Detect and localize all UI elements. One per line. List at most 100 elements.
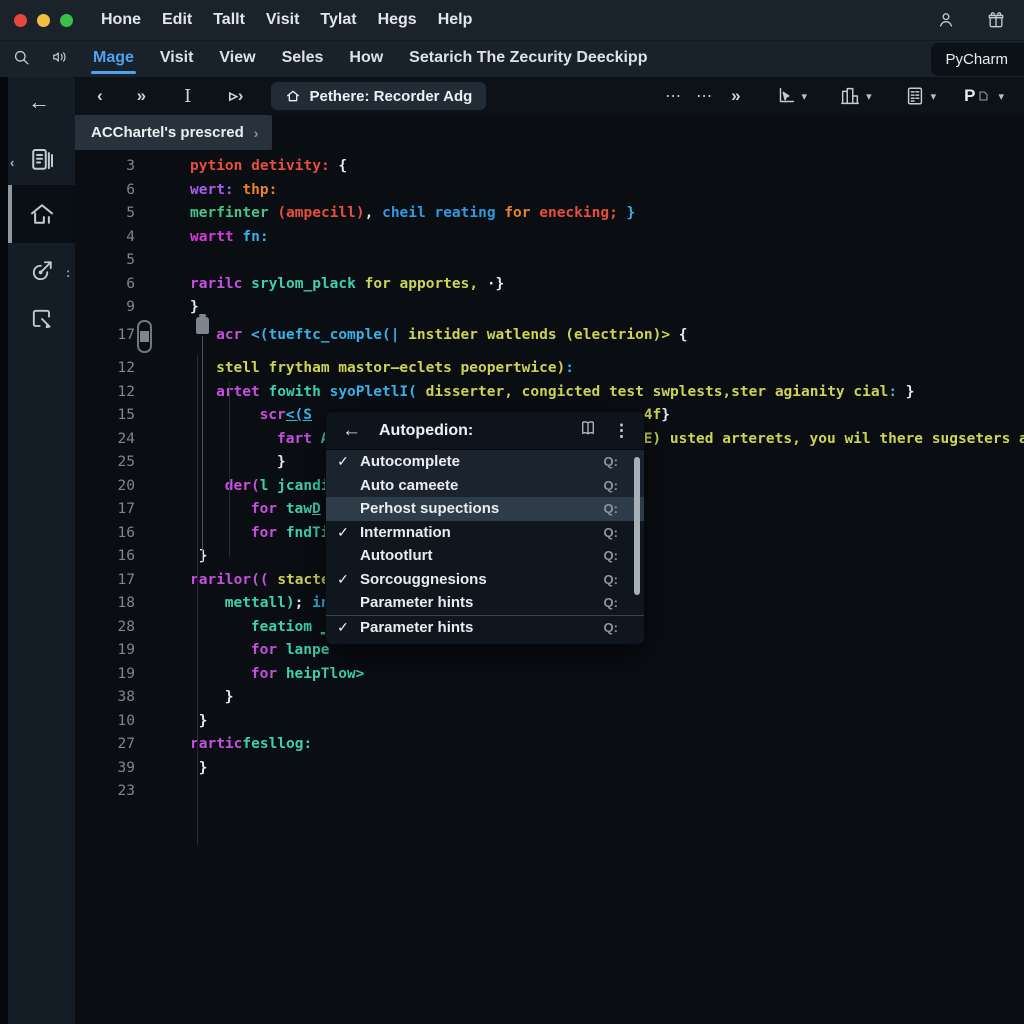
chevron-down-icon: ▾ xyxy=(998,90,1004,103)
line-number: 23 xyxy=(75,780,135,804)
popup-item[interactable]: ✓IntermnationQ: xyxy=(326,521,644,545)
code-line[interactable]: 12artet fowith syoPletlI( disserter, con… xyxy=(75,381,1024,405)
code-token: } xyxy=(277,454,286,470)
code-token: } xyxy=(225,689,234,705)
code-token: heipTlow> xyxy=(286,666,365,682)
nav-item[interactable]: How xyxy=(347,47,385,72)
nav-item[interactable]: View xyxy=(217,47,257,72)
gutter-change-marker xyxy=(137,320,152,353)
nav-item[interactable]: Seles xyxy=(280,47,326,72)
nav-back-icon[interactable]: ‹ xyxy=(93,86,107,106)
titlebar-actions xyxy=(936,0,1006,40)
sidebar-item-annotate[interactable] xyxy=(8,305,75,333)
book-icon[interactable] xyxy=(579,419,597,442)
code-line[interactable]: 27rarticfesllog: xyxy=(75,733,1024,757)
sidebar-item-edit[interactable] xyxy=(8,257,75,285)
code-token: } xyxy=(199,713,208,729)
code-line[interactable]: 19for heipTlow> xyxy=(75,663,1024,687)
line-number: 9 xyxy=(75,296,135,320)
nav-item[interactable]: Visit xyxy=(158,47,196,72)
code-line[interactable]: 10} xyxy=(75,710,1024,734)
code-line[interactable]: 6wert: thp: xyxy=(75,179,1024,203)
popup-item[interactable]: ✓SorcouggnesionsQ: xyxy=(326,568,644,592)
minimize-button[interactable] xyxy=(37,14,50,27)
line-number: 24 xyxy=(75,428,135,452)
popup-item[interactable]: AutootlurtQ: xyxy=(326,544,644,568)
back-arrow-icon[interactable]: ← xyxy=(28,89,50,115)
settings-popup: ← Autopedion: ⋮ ✓AutocompleteQ:Auto came… xyxy=(325,411,645,645)
line-number: 6 xyxy=(75,179,135,203)
code-token: { xyxy=(670,327,687,343)
search-icon[interactable] xyxy=(12,48,31,72)
menubar-item[interactable]: Hone xyxy=(97,9,145,31)
app-badge: PyCharm xyxy=(931,43,1024,76)
code-token: taw xyxy=(286,501,312,517)
popup-item-label: Intermnation xyxy=(360,524,604,541)
line-number: 5 xyxy=(75,202,135,226)
line-number: 38 xyxy=(75,686,135,710)
popup-item-label: Parameter hints xyxy=(360,594,604,611)
code-line[interactable]: 9} xyxy=(75,296,1024,320)
user-icon[interactable] xyxy=(936,10,956,30)
menubar-item[interactable]: Visit xyxy=(262,9,304,31)
popup-item[interactable]: ✓Parameter hintsQ: xyxy=(326,615,644,640)
menu-bar: Hone Edit Tallt Visit Tylat Hegs Help xyxy=(0,0,1024,40)
menubar-item[interactable]: Tallt xyxy=(209,9,249,31)
kebab-menu-icon[interactable]: ⋮ xyxy=(613,421,630,441)
sidebar: ← ‹ : xyxy=(0,77,75,1024)
menubar-item[interactable]: Help xyxy=(434,9,477,31)
code-line[interactable]: 5 xyxy=(75,249,1024,273)
code-line[interactable]: 5merfinter (ampecill), cheil reating for… xyxy=(75,202,1024,226)
popup-item[interactable]: ✓AutocompleteQ: xyxy=(326,450,644,474)
menubar-item[interactable]: Tylat xyxy=(316,9,360,31)
line-number: 19 xyxy=(75,639,135,663)
popup-item[interactable]: Auto cameeteQ: xyxy=(326,474,644,498)
more-actions-icon-2[interactable]: ⋯ xyxy=(696,86,713,106)
line-number: 27 xyxy=(75,733,135,757)
zoom-button[interactable] xyxy=(60,14,73,27)
line-number: 10 xyxy=(75,710,135,734)
line-number: 39 xyxy=(75,757,135,781)
code-line[interactable]: 4wartt fn: xyxy=(75,226,1024,250)
code-token: scr xyxy=(260,407,286,423)
step-run-icon[interactable]: ▹› xyxy=(225,86,247,106)
indent-guide xyxy=(197,355,198,845)
profile-tool-dropdown[interactable]: P ▾ xyxy=(964,86,1004,106)
window-controls xyxy=(14,14,73,27)
line-number: 18 xyxy=(75,592,135,616)
tab-label: ACChartel's prescred xyxy=(91,124,244,141)
popup-scrollbar[interactable] xyxy=(634,457,640,595)
table-tool-dropdown[interactable]: ▾ xyxy=(904,85,937,107)
code-line[interactable]: 12stell frytham mastor—eclets peopertwic… xyxy=(75,357,1024,381)
chevron-down-icon: ▾ xyxy=(866,90,872,103)
text-cursor-icon[interactable]: I xyxy=(180,86,195,107)
code-line[interactable]: 6rarilc srylom_plack for apportes, ·} xyxy=(75,273,1024,297)
popup-item[interactable]: Parameter hintsQ: xyxy=(326,591,644,615)
sidebar-item-project-files[interactable] xyxy=(8,145,75,175)
popup-item[interactable]: Perhost supectionsQ: xyxy=(326,497,644,521)
nav-item[interactable]: Setarich The Zecurity Deeckipp xyxy=(407,47,649,72)
menubar-item[interactable]: Hegs xyxy=(374,9,421,31)
sidebar-item-home[interactable] xyxy=(8,185,75,243)
ruler-tool-dropdown[interactable]: ▾ xyxy=(775,85,808,107)
gift-icon[interactable] xyxy=(986,10,1006,30)
code-line[interactable]: 38} xyxy=(75,686,1024,710)
popup-item-label: Parameter hints xyxy=(360,619,604,636)
code-line[interactable]: 3pytion detivity: { xyxy=(75,155,1024,179)
code-line[interactable]: 17acr <(tueftc_comple(| instider watlend… xyxy=(75,324,1024,348)
editor-tab[interactable]: ACChartel's prescred › xyxy=(75,115,272,150)
code-token: for xyxy=(251,525,286,541)
expand-icon[interactable]: » xyxy=(727,86,744,106)
nav-forward-icon[interactable]: » xyxy=(133,86,148,106)
code-line[interactable]: 23 xyxy=(75,780,1024,804)
code-line[interactable]: 39} xyxy=(75,757,1024,781)
popup-back-icon[interactable]: ← xyxy=(342,420,361,442)
close-button[interactable] xyxy=(14,14,27,27)
sound-icon[interactable] xyxy=(49,48,69,71)
popup-item-shortcut: Q: xyxy=(604,525,618,540)
run-config-button[interactable]: Pethere: Recorder Adg xyxy=(271,82,486,110)
more-actions-icon[interactable]: ⋯ xyxy=(665,86,682,106)
nav-item[interactable]: Mage xyxy=(91,47,136,72)
chart-tool-dropdown[interactable]: ▾ xyxy=(839,85,872,107)
menubar-item[interactable]: Edit xyxy=(158,9,196,31)
